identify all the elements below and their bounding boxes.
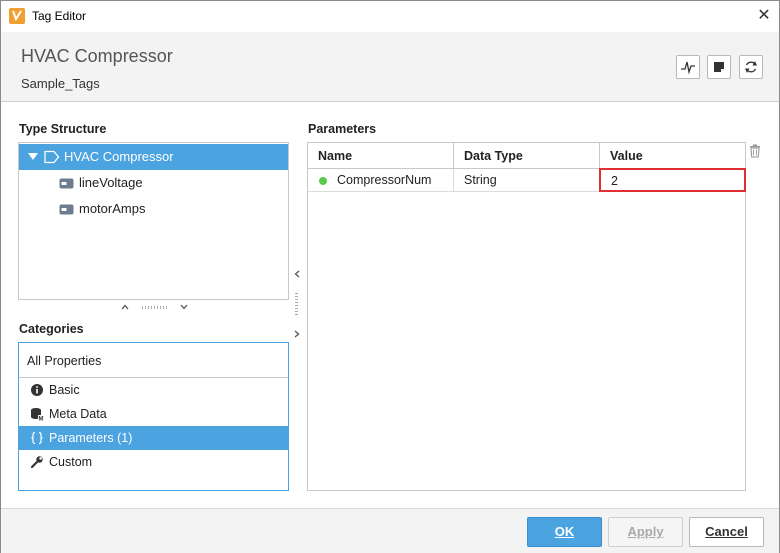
chevron-left-icon[interactable] [294,270,300,278]
category-label: Parameters (1) [49,431,133,445]
horizontal-splitter-controls[interactable] [291,266,305,346]
param-data-type: String [464,173,497,187]
category-label: Custom [49,455,93,469]
column-header-data-type[interactable]: Data Type [454,143,600,169]
trend-button[interactable] [676,55,700,79]
database-icon: M [31,408,44,422]
app-icon [9,8,25,24]
param-value-cell[interactable]: 2 [599,168,746,192]
cancel-label: Cancel [705,524,748,539]
chevron-up-icon[interactable] [121,304,129,310]
status-dot-icon [319,177,327,185]
category-basic[interactable]: Basic [19,378,288,402]
tag-icon [59,204,74,215]
splitter-grip-icon[interactable] [295,293,299,317]
expand-arrow-icon[interactable] [28,153,38,161]
close-icon[interactable]: ✕ [755,7,773,25]
title-bar: Tag Editor ✕ [1,1,779,32]
categories-list: All Properties Basic M Meta Data Paramet… [18,342,289,491]
category-all-properties[interactable]: All Properties [19,343,288,378]
tag-name: HVAC Compressor [21,46,173,66]
apply-button[interactable]: Apply [608,517,683,547]
parameters-label: Parameters [308,122,377,136]
param-name-cell[interactable]: CompressorNum [308,169,454,192]
param-data-type-cell[interactable]: String [454,169,600,192]
chevron-down-icon[interactable] [180,304,188,310]
tree-item-linevoltage[interactable]: lineVoltage [19,170,288,196]
dialog-footer: OK Apply Cancel [1,508,779,553]
parameters-table: Name Data Type Value CompressorNum Strin… [307,142,746,491]
svg-text:M: M [39,417,44,422]
refresh-button[interactable] [739,55,763,79]
braces-icon [31,431,43,445]
wrench-icon [30,456,43,469]
tag-icon [59,178,74,189]
chevron-right-icon[interactable] [294,330,300,338]
column-header-name[interactable]: Name [308,143,454,169]
tree-item-label: HVAC Compressor [64,149,174,164]
ok-label: OK [554,524,575,539]
vertical-splitter-controls[interactable] [119,301,189,315]
tag-editor-window: Tag Editor ✕ HVAC Compressor Sample_Tags… [0,0,780,553]
trend-icon [681,61,695,75]
tree-item-label: lineVoltage [79,175,143,190]
note-icon [714,62,724,72]
type-structure-label: Type Structure [19,122,107,136]
category-label: Meta Data [49,407,107,421]
category-meta-data[interactable]: M Meta Data [19,402,288,426]
editor-header: HVAC Compressor Sample_Tags [1,32,779,102]
tree-item-label: motorAmps [79,201,146,216]
window-title: Tag Editor [32,9,87,23]
param-name: CompressorNum [337,173,432,187]
column-header-value[interactable]: Value [600,143,745,169]
category-parameters[interactable]: Parameters (1) [19,426,288,450]
tag-provider: Sample_Tags [21,76,100,91]
category-label: Basic [49,383,80,397]
cancel-button[interactable]: Cancel [689,517,764,547]
refresh-icon [745,61,757,73]
note-button[interactable] [707,55,731,79]
type-structure-tree: HVAC Compressor lineVoltage motorAmps [18,142,289,300]
category-header-label: All Properties [27,354,102,368]
trash-icon[interactable] [749,144,761,158]
category-custom[interactable]: Custom [19,450,288,474]
apply-label: Apply [627,524,664,539]
tree-item-hvac-compressor[interactable]: HVAC Compressor [19,144,288,170]
info-icon [31,384,43,396]
udt-instance-icon [44,150,60,164]
categories-label: Categories [19,322,84,336]
ok-button[interactable]: OK [527,517,602,547]
param-value: 2 [611,174,618,188]
tree-item-motoramps[interactable]: motorAmps [19,196,288,222]
splitter-grip-icon[interactable] [142,306,168,310]
